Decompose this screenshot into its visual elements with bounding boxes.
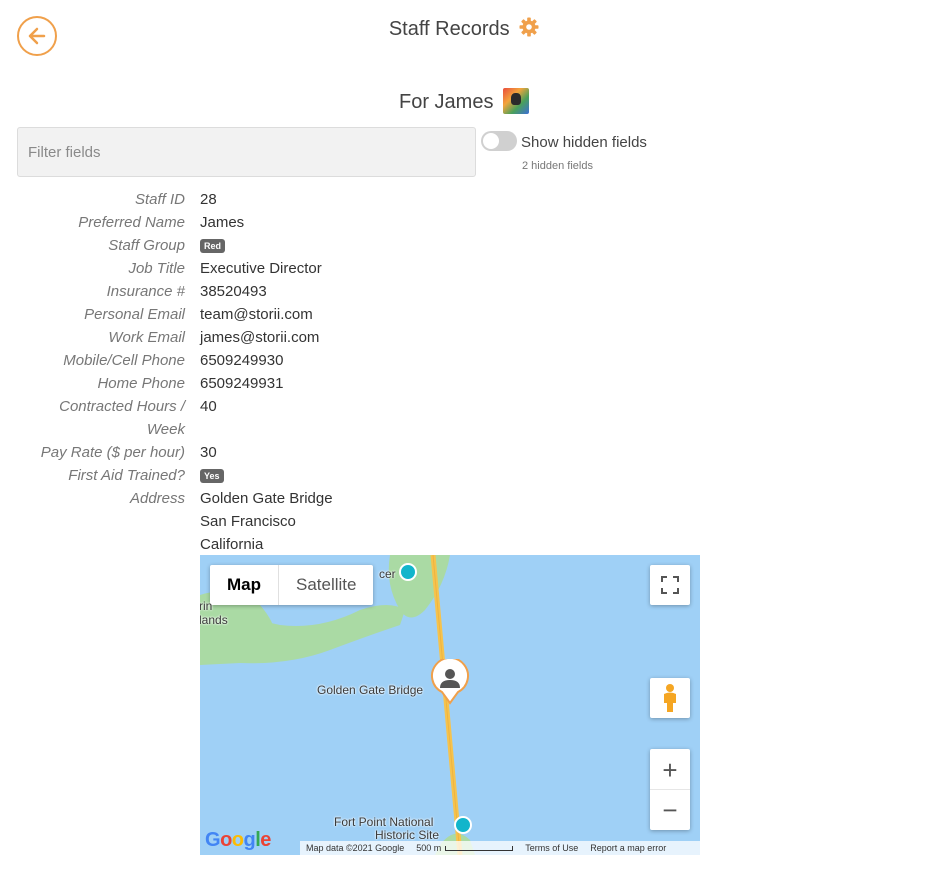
person-pin-icon bbox=[431, 656, 469, 705]
camera-poi-icon[interactable] bbox=[399, 563, 417, 581]
record-subtitle: For James bbox=[0, 88, 928, 114]
field-label-line: Contracted Hours / bbox=[59, 398, 185, 415]
field-label: Job Title bbox=[128, 260, 185, 277]
terms-of-use-link[interactable]: Terms of Use bbox=[525, 843, 578, 853]
monument-poi-icon[interactable] bbox=[454, 816, 472, 834]
field-label: Mobile/Cell Phone bbox=[63, 352, 185, 369]
filter-fields-input[interactable] bbox=[17, 127, 476, 177]
page-title-text: Staff Records bbox=[388, 18, 510, 40]
show-hidden-fields-toggle[interactable] bbox=[481, 131, 517, 151]
field-row-pay-rate: Pay Rate ($ per hour) 30 bbox=[0, 441, 928, 464]
field-label: Contracted Hours / Week bbox=[0, 395, 185, 441]
field-row-first-aid: First Aid Trained? Yes bbox=[0, 464, 928, 487]
map-data-attribution: Map data ©2021 Google bbox=[306, 843, 405, 853]
street-view-pegman-button[interactable] bbox=[650, 678, 690, 718]
field-row-home-phone: Home Phone 6509249931 bbox=[0, 372, 928, 395]
field-label-line: Week bbox=[146, 421, 185, 438]
subtitle-text: For James bbox=[398, 91, 494, 113]
field-label: Insurance # bbox=[106, 283, 185, 300]
field-label: Personal Email bbox=[84, 306, 185, 323]
map-scale-bar bbox=[445, 845, 514, 851]
field-label: Preferred Name bbox=[78, 214, 185, 231]
map-place-label: rin bbox=[200, 599, 213, 613]
field-label: Home Phone bbox=[97, 375, 185, 392]
field-value: 30 bbox=[200, 444, 217, 461]
fullscreen-icon bbox=[661, 576, 679, 594]
field-row-staff-id: Staff ID 28 bbox=[0, 188, 928, 211]
field-label: Staff Group bbox=[108, 237, 185, 254]
field-label: First Aid Trained? bbox=[68, 467, 185, 484]
map-type-satellite-button[interactable]: Satellite bbox=[279, 565, 373, 605]
staff-group-badge: Red bbox=[200, 239, 226, 253]
zoom-in-button[interactable]: + bbox=[650, 750, 690, 790]
field-row-preferred-name: Preferred Name James bbox=[0, 211, 928, 234]
field-value: 38520493 bbox=[200, 283, 267, 300]
field-label: Pay Rate ($ per hour) bbox=[40, 444, 185, 461]
map-place-label: lands bbox=[200, 613, 228, 627]
address-line: San Francisco bbox=[200, 513, 296, 530]
map-scale[interactable]: 500 m bbox=[416, 843, 514, 853]
field-value: 28 bbox=[200, 191, 217, 208]
map-place-label: cer bbox=[379, 567, 396, 581]
avatar bbox=[503, 88, 530, 114]
toggle-knob bbox=[483, 133, 499, 149]
staff-fields: Staff ID 28 Preferred Name James Staff G… bbox=[0, 188, 928, 556]
field-row-mobile-phone: Mobile/Cell Phone 6509249930 bbox=[0, 349, 928, 372]
field-label: Work Email bbox=[108, 329, 185, 346]
google-logo: Google bbox=[205, 829, 271, 851]
field-value: Executive Director bbox=[200, 260, 322, 277]
field-value: 6509249931 bbox=[200, 375, 284, 392]
field-label: Staff ID bbox=[134, 191, 185, 208]
field-row-contracted-hours: Contracted Hours / Week 40 bbox=[0, 395, 928, 441]
map-place-label: Golden Gate Bridge bbox=[317, 683, 424, 697]
map-footer: Map data ©2021 Google 500 m Terms of Use… bbox=[300, 841, 700, 855]
field-value: 40 bbox=[200, 398, 217, 415]
map-scale-label: 500 m bbox=[416, 843, 442, 853]
address-line: California bbox=[200, 536, 264, 553]
zoom-control: + − bbox=[650, 749, 690, 830]
field-label: Address bbox=[129, 490, 185, 507]
page-title: Staff Records bbox=[0, 17, 928, 43]
field-value: team@storii.com bbox=[200, 306, 313, 323]
field-row-insurance: Insurance # 38520493 bbox=[0, 280, 928, 303]
field-row-address: Address Golden Gate Bridge San Francisco… bbox=[0, 487, 928, 556]
zoom-out-button[interactable]: − bbox=[650, 790, 690, 830]
map-type-control: Map Satellite bbox=[210, 565, 374, 605]
gear-icon[interactable] bbox=[519, 17, 539, 43]
address-line: Golden Gate Bridge bbox=[200, 490, 333, 507]
map-place-label: Fort Point National bbox=[334, 815, 434, 829]
map-place-label: Historic Site bbox=[375, 828, 440, 842]
field-value: james@storii.com bbox=[200, 329, 320, 346]
field-row-staff-group: Staff Group Red bbox=[0, 234, 928, 257]
first-aid-badge: Yes bbox=[200, 469, 224, 483]
location-marker[interactable] bbox=[430, 656, 470, 710]
map-type-map-button[interactable]: Map bbox=[210, 565, 279, 605]
pegman-icon bbox=[664, 684, 676, 712]
hidden-fields-count: 2 hidden fields bbox=[522, 160, 593, 172]
field-row-work-email: Work Email james@storii.com bbox=[0, 326, 928, 349]
field-value: 6509249930 bbox=[200, 352, 284, 369]
field-value: James bbox=[200, 214, 245, 231]
field-row-job-title: Job Title Executive Director bbox=[0, 257, 928, 280]
report-map-error-link[interactable]: Report a map error bbox=[590, 843, 666, 853]
show-hidden-fields-label: Show hidden fields bbox=[521, 134, 647, 151]
address-map[interactable]: Map Satellite rin lands cer Golden Gate … bbox=[200, 555, 700, 855]
field-row-personal-email: Personal Email team@storii.com bbox=[0, 303, 928, 326]
fullscreen-button[interactable] bbox=[650, 565, 690, 605]
